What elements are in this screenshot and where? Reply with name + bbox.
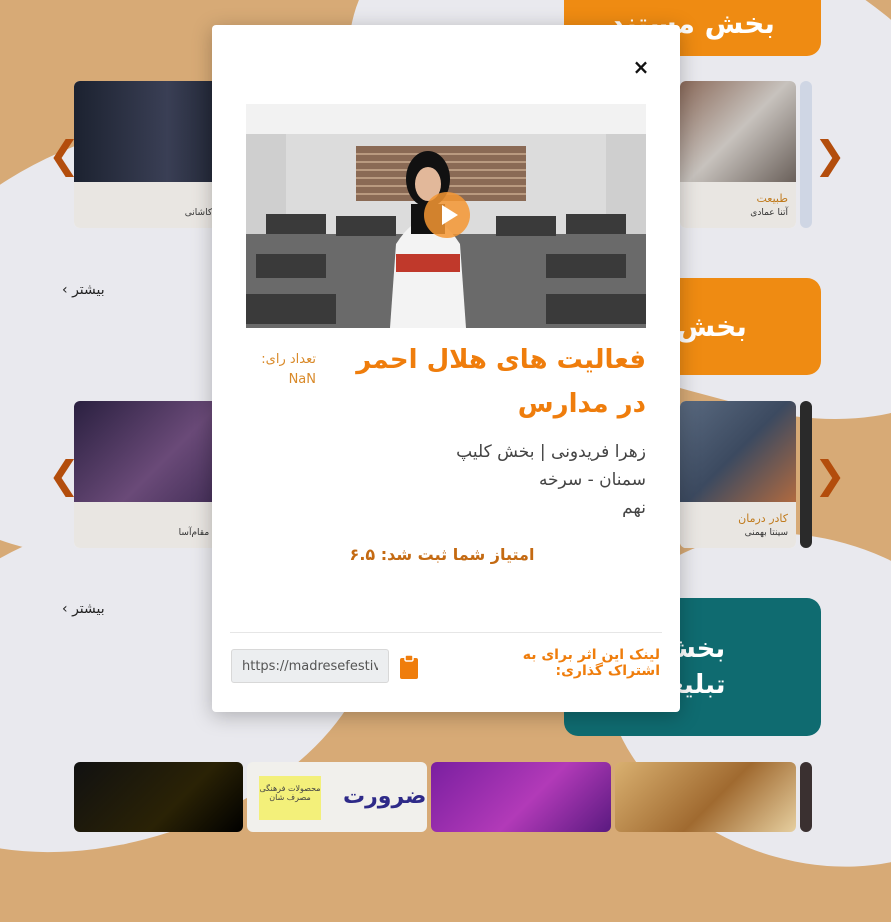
author-line: زهرا فریدونی | بخش کلیپ <box>456 442 646 462</box>
share-link-input[interactable] <box>231 649 389 683</box>
video-info: زهرا فریدونی | بخش کلیپ سمنان - سرخه نهم <box>346 438 646 522</box>
vote-count-label: تعداد رای: <box>261 352 316 367</box>
vote-count-value: NaN <box>288 372 316 387</box>
video-title: فعالیت های هلال احمر در مدارس <box>356 345 646 419</box>
play-icon[interactable] <box>424 192 470 238</box>
vote-count: تعداد رای: NaN <box>256 350 316 390</box>
divider <box>230 632 662 633</box>
share-label: لینک این اثر برای به اشتراک گذاری: <box>522 647 660 679</box>
video-player[interactable] <box>246 104 646 328</box>
close-icon[interactable]: × <box>626 55 656 79</box>
location: سمنان - سرخه <box>538 470 646 490</box>
score-message: امتیاز شما ثبت شد: ۶.۵ <box>349 545 535 564</box>
clipboard-icon[interactable] <box>398 654 420 680</box>
grade: نهم <box>622 498 646 518</box>
video-modal: × فعالیت های هلال احمر در مدارس تعداد را… <box>212 25 680 712</box>
